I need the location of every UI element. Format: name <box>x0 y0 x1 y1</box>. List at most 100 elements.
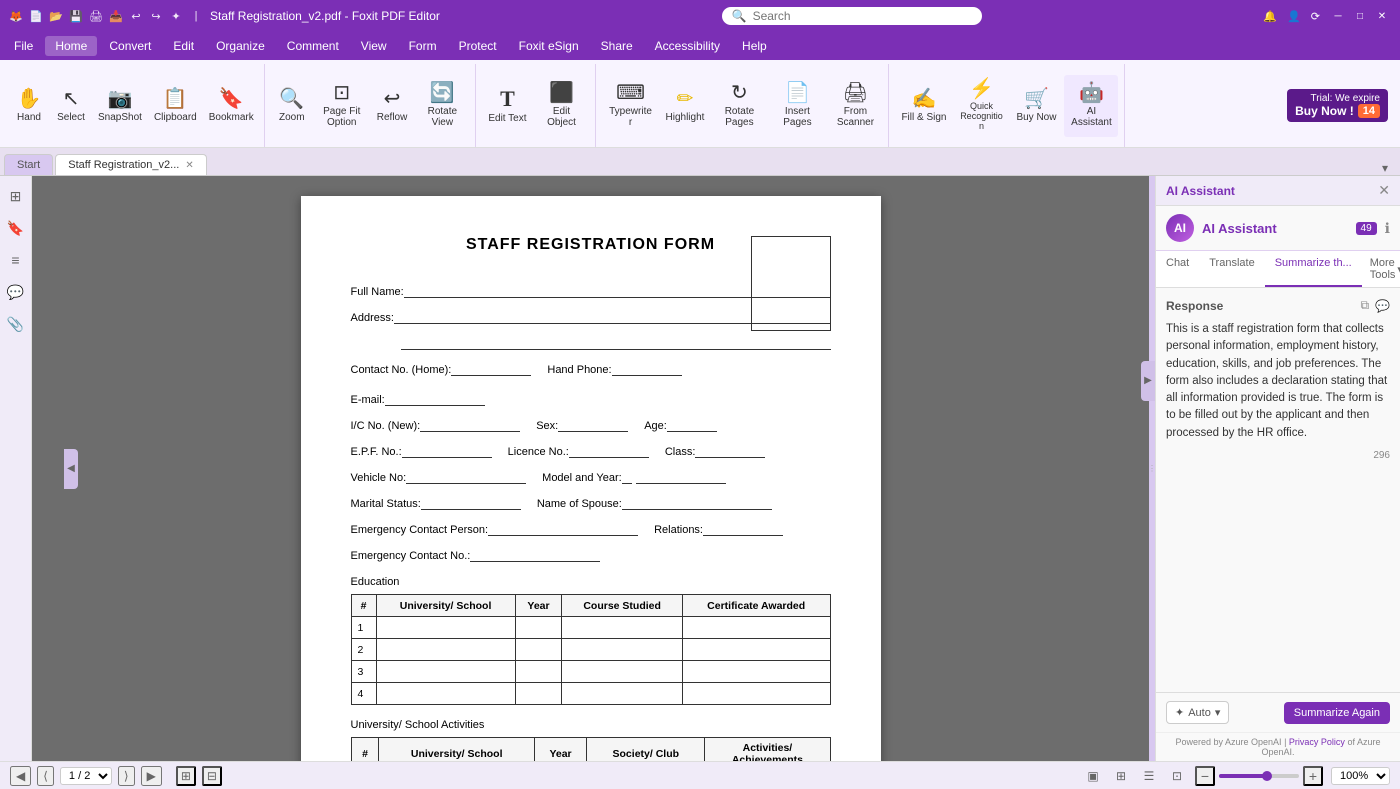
notification-icon[interactable]: 🔔 <box>1263 10 1277 23</box>
photo-box <box>751 236 831 331</box>
act-col-school: University/ School <box>379 738 534 762</box>
reflow-button[interactable]: ↩ Reflow <box>373 75 412 137</box>
panel-close-button[interactable]: ✕ <box>1378 182 1390 199</box>
summarize-again-button[interactable]: Summarize Again <box>1284 702 1390 724</box>
menu-edit[interactable]: Edit <box>163 36 204 56</box>
emergency-person-line <box>488 522 638 536</box>
menu-organize[interactable]: Organize <box>206 36 275 56</box>
fit-view-button[interactable]: ⊡ <box>1167 766 1187 786</box>
sidebar-layers-icon[interactable]: ≡ <box>4 248 28 272</box>
pdf-viewer[interactable]: ◀ STAFF REGISTRATION FORM Full Name: Add… <box>32 176 1149 761</box>
sidebar-pages-icon[interactable]: ⊞ <box>4 184 28 208</box>
page-select[interactable]: 1 / 2 <box>60 767 112 785</box>
user-icon[interactable]: 👤 <box>1287 10 1301 23</box>
edit-object-button[interactable]: ⬛ Edit Object <box>535 75 589 137</box>
auto-button[interactable]: ✦ Auto ▾ <box>1166 701 1229 724</box>
prev-page-button[interactable]: ◀ <box>10 766 31 786</box>
edu-col-year: Year <box>515 595 562 617</box>
menu-protect[interactable]: Protect <box>449 36 507 56</box>
menu-view[interactable]: View <box>351 36 397 56</box>
snapshot-button[interactable]: 📷 SnapShot <box>94 75 146 137</box>
next-page-button[interactable]: ⟩ <box>118 766 135 786</box>
typewriter-button[interactable]: ⌨ Typewriter <box>604 75 658 137</box>
response-header-label: Response <box>1166 299 1223 313</box>
menu-form[interactable]: Form <box>399 36 447 56</box>
tab-expand-button[interactable]: ▾ <box>1374 161 1396 175</box>
menu-help[interactable]: Help <box>732 36 777 56</box>
tab-start[interactable]: Start <box>4 154 53 175</box>
quick-recognition-button[interactable]: ⚡ Quick Recognition <box>954 75 1008 137</box>
save2-icon[interactable]: 📥 <box>108 8 124 24</box>
highlight-button[interactable]: ✏ Highlight <box>662 75 709 137</box>
ai-tab-summarize[interactable]: Summarize th... <box>1265 251 1362 287</box>
print-icon[interactable]: 🖨 <box>88 8 104 24</box>
page-fit-button[interactable]: ⊡ Page Fit Option <box>315 75 369 137</box>
right-icons: 🔔 👤 ⟳ <box>1263 10 1320 23</box>
zoom-out-button[interactable]: − <box>1195 766 1215 786</box>
select-icon: ↖ <box>63 89 80 109</box>
copy-response-button[interactable]: ⧉ <box>1360 298 1369 313</box>
age-field: Age: <box>644 418 717 432</box>
edit-text-button[interactable]: T Edit Text <box>484 75 530 137</box>
menu-foxiteSign[interactable]: Foxit eSign <box>509 36 589 56</box>
menu-file[interactable]: File <box>4 36 43 56</box>
ai-tab-chat[interactable]: Chat <box>1156 251 1199 287</box>
relations-line <box>703 522 783 536</box>
rotate-pages-button[interactable]: ↻ Rotate Pages <box>712 75 766 137</box>
trial-badge[interactable]: Trial: We expire Buy Now ! 14 <box>1287 89 1388 122</box>
buy-now-button[interactable]: 🛒 Buy Now <box>1012 75 1060 137</box>
last-page-button[interactable]: ▶ <box>141 766 162 786</box>
sync-icon[interactable]: ⟳ <box>1311 10 1320 23</box>
zoom-in-button[interactable]: + <box>1303 766 1323 786</box>
open-icon[interactable]: 📂 <box>48 8 64 24</box>
new-file-icon[interactable]: 📄 <box>28 8 44 24</box>
zoom-select[interactable]: 100% <box>1331 767 1390 785</box>
clipboard-button[interactable]: 📋 Clipboard <box>150 75 201 137</box>
undo-icon[interactable]: ↩ <box>128 8 144 24</box>
menu-home[interactable]: Home <box>45 36 97 56</box>
zoom-slider[interactable] <box>1219 774 1299 778</box>
fit-width-button[interactable]: ⊟ <box>202 766 222 786</box>
hand-tool-button[interactable]: ✋ Hand <box>10 75 48 137</box>
menu-convert[interactable]: Convert <box>99 36 161 56</box>
search-bar[interactable]: 🔍 <box>722 7 982 25</box>
fill-sign-button[interactable]: ✍ Fill & Sign <box>897 75 950 137</box>
collapse-right-handle[interactable]: ▶ <box>1141 361 1155 401</box>
single-view-button[interactable]: ▣ <box>1083 766 1103 786</box>
rotate-view-button[interactable]: 🔄 Rotate View <box>415 75 469 137</box>
extras-icon[interactable]: ✦ <box>168 8 184 24</box>
zoom-button[interactable]: 🔍 Zoom <box>273 75 311 137</box>
sidebar-attachments-icon[interactable]: 📎 <box>4 312 28 336</box>
main-area: ⊞ 🔖 ≡ 💬 📎 ◀ STAFF REGISTRATION FORM Full… <box>0 176 1400 761</box>
first-page-button[interactable]: ⟨ <box>37 766 54 786</box>
close-tab-icon[interactable]: ✕ <box>185 160 193 171</box>
fit-page-button[interactable]: ⊞ <box>176 766 196 786</box>
save-icon[interactable]: 💾 <box>68 8 84 24</box>
continuous-view-button[interactable]: ☰ <box>1139 766 1159 786</box>
from-scanner-button[interactable]: 🖨 From Scanner <box>828 75 882 137</box>
menu-share[interactable]: Share <box>591 36 643 56</box>
bookmark-button[interactable]: 🔖 Bookmark <box>205 75 258 137</box>
ai-assistant-button[interactable]: 🤖 AI Assistant <box>1064 75 1118 137</box>
minimize-button[interactable]: ─ <box>1328 6 1348 26</box>
collapse-left-handle[interactable]: ◀ <box>64 449 78 489</box>
chat-response-button[interactable]: 💬 <box>1375 298 1390 313</box>
ai-tab-translate[interactable]: Translate <box>1199 251 1264 287</box>
select-tool-button[interactable]: ↖ Select <box>52 75 90 137</box>
form-row-ic: I/C No. (New): Sex: Age: <box>351 418 831 432</box>
double-view-button[interactable]: ⊞ <box>1111 766 1131 786</box>
ai-info-icon[interactable]: ℹ <box>1385 220 1390 237</box>
menu-comment[interactable]: Comment <box>277 36 349 56</box>
maximize-button[interactable]: □ <box>1350 6 1370 26</box>
sidebar-bookmarks-icon[interactable]: 🔖 <box>4 216 28 240</box>
search-input[interactable] <box>753 9 972 23</box>
privacy-policy-link[interactable]: Privacy Policy <box>1289 737 1345 747</box>
auto-chevron-icon: ▾ <box>1215 706 1221 719</box>
tab-staff-reg[interactable]: Staff Registration_v2... ✕ <box>55 154 206 175</box>
sidebar-comments-icon[interactable]: 💬 <box>4 280 28 304</box>
redo-icon[interactable]: ↪ <box>148 8 164 24</box>
ai-tab-more[interactable]: More Tools ▾ <box>1362 251 1400 287</box>
menu-accessibility[interactable]: Accessibility <box>645 36 730 56</box>
insert-pages-button[interactable]: 📄 Insert Pages <box>770 75 824 137</box>
close-button[interactable]: ✕ <box>1372 6 1392 26</box>
